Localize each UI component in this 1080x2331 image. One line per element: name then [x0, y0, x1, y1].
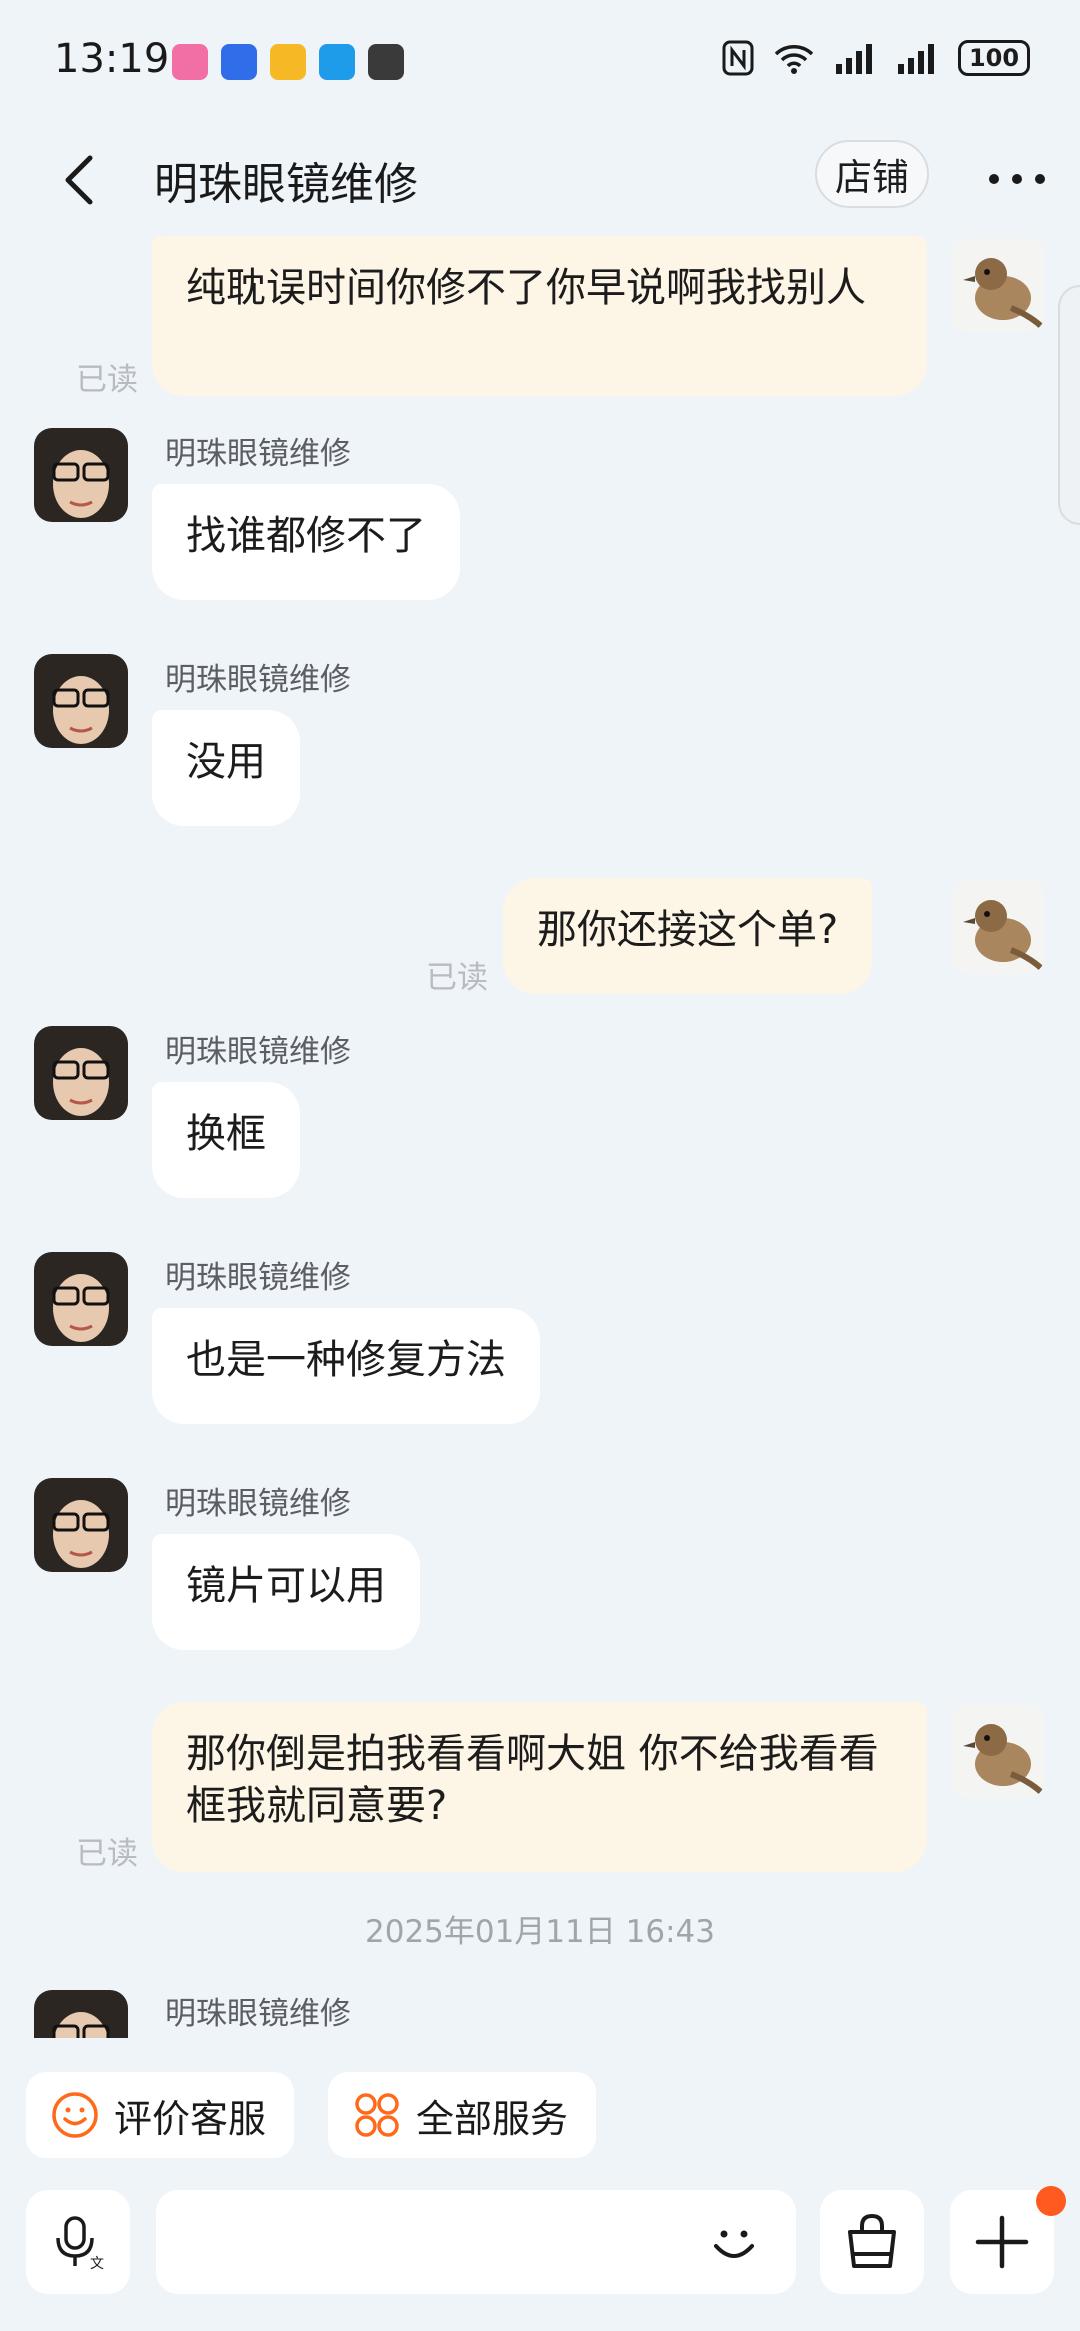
smile-icon	[52, 2092, 98, 2138]
more-dots-icon	[989, 174, 1045, 184]
shop-avatar[interactable]	[34, 428, 128, 522]
voice-recorder-icon	[221, 44, 257, 80]
all-services-button[interactable]: 全部服务	[328, 2072, 597, 2158]
status-bar: 13:19 100	[0, 0, 1080, 124]
shop-avatar[interactable]	[34, 654, 128, 748]
message-bubble-incoming[interactable]: 镜片可以用	[152, 1534, 420, 1650]
all-services-label: 全部服务	[416, 2096, 569, 2141]
user-avatar[interactable]	[951, 1704, 1045, 1798]
sender-name: 明珠眼镜维修	[165, 1996, 351, 2032]
mail-icon	[270, 44, 306, 80]
voice-input-icon: 文	[56, 2216, 104, 2272]
message-text: 没用	[186, 739, 266, 785]
sender-name: 明珠眼镜维修	[165, 1486, 351, 1522]
message-text: 那你还接这个单?	[537, 907, 839, 953]
message-text: 找谁都修不了	[186, 513, 426, 559]
message-bubble-outgoing[interactable]: 那你还接这个单?	[503, 878, 873, 994]
message-timestamp: 2025年01月11日 16:43	[365, 1914, 715, 1950]
shop-avatar[interactable]	[34, 1026, 128, 1120]
more-button[interactable]	[982, 154, 1052, 204]
grid-icon	[355, 2093, 399, 2137]
sender-name: 明珠眼镜维修	[165, 662, 351, 698]
svg-text:文: 文	[90, 2256, 104, 2272]
nav-bar: 明珠眼镜维修 店铺	[0, 124, 1080, 234]
message-bubble-outgoing[interactable]: 纯耽误时间你修不了你早说啊我找别人	[152, 236, 927, 396]
user-avatar[interactable]	[951, 880, 1045, 974]
back-button[interactable]	[50, 150, 110, 210]
message-icon	[319, 44, 355, 80]
sender-name: 明珠眼镜维修	[165, 436, 351, 472]
message-bubble-incoming[interactable]: 也是一种修复方法	[152, 1308, 540, 1424]
input-bar: 文	[0, 2160, 1080, 2331]
read-receipt: 已读	[426, 960, 488, 996]
message-text: 纯耽误时间你修不了你早说啊我找别人	[186, 265, 866, 311]
rate-service-button[interactable]: 评价客服	[26, 2072, 295, 2158]
status-icons: 100	[722, 40, 1030, 76]
message-text: 换框	[186, 1111, 266, 1157]
battery-indicator: 100	[958, 40, 1030, 76]
message-bubble-incoming[interactable]: 没用	[152, 710, 300, 826]
nfc-icon	[722, 40, 754, 76]
message-bubble-incoming[interactable]: 换框	[152, 1082, 300, 1198]
plus-icon	[975, 2215, 1029, 2269]
calligraphy-app-icon	[368, 44, 404, 80]
message-text: 镜片可以用	[186, 1563, 386, 1609]
store-button[interactable]: 店铺	[815, 140, 929, 208]
shop-avatar[interactable]	[34, 1252, 128, 1346]
quick-actions-bar: 评价客服 全部服务	[0, 2038, 1080, 2158]
signal-icon	[898, 44, 934, 74]
notification-dot	[1036, 2186, 1066, 2216]
shopping-bag-button[interactable]	[820, 2190, 924, 2294]
page-title: 明珠眼镜维修	[154, 159, 418, 210]
shop-avatar[interactable]	[34, 1990, 128, 2038]
rate-service-label: 评价客服	[114, 2096, 267, 2141]
message-text: 那你倒是拍我看看啊大姐 你不给我看看框我就同意要?	[186, 1731, 879, 1829]
message-row: 明珠眼镜维修	[0, 1986, 1080, 2038]
message-bubble-outgoing[interactable]: 那你倒是拍我看看啊大姐 你不给我看看框我就同意要?	[152, 1702, 927, 1872]
chevron-left-icon	[65, 155, 93, 205]
emoji-icon[interactable]	[702, 2210, 766, 2274]
wifi-icon	[774, 45, 814, 74]
status-time: 13:19	[54, 36, 170, 82]
sender-name: 明珠眼镜维修	[165, 1260, 351, 1296]
read-receipt: 已读	[76, 362, 138, 398]
read-receipt: 已读	[76, 1836, 138, 1872]
side-drawer-handle[interactable]	[1058, 285, 1080, 525]
user-avatar[interactable]	[951, 238, 1045, 332]
bilibili-icon	[172, 44, 208, 80]
message-bubble-incoming[interactable]: 找谁都修不了	[152, 484, 460, 600]
message-text: 也是一种修复方法	[186, 1337, 506, 1383]
shopping-bag-icon	[848, 2213, 896, 2268]
signal-icon	[836, 44, 872, 74]
shop-avatar[interactable]	[34, 1478, 128, 1572]
sender-name: 明珠眼镜维修	[165, 1034, 351, 1070]
message-input[interactable]	[156, 2190, 796, 2294]
voice-input-button[interactable]: 文	[26, 2190, 130, 2294]
